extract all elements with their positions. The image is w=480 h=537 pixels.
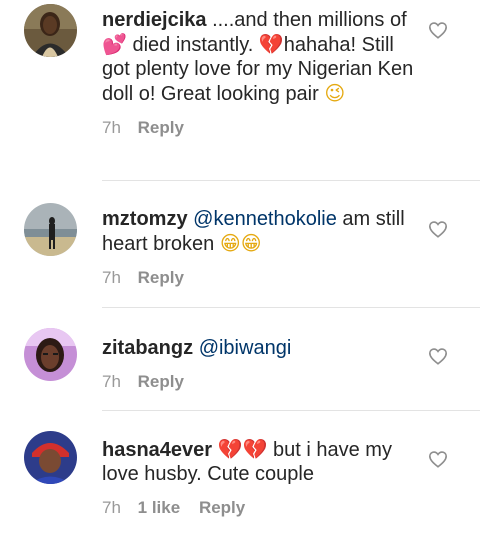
mention-link[interactable]: @ibiwangi bbox=[199, 337, 292, 359]
comment-time: 7h bbox=[102, 118, 121, 137]
grinning-face-icon: 😁 bbox=[219, 231, 241, 255]
comment-text: nerdiejcika ....and then millions of 💕 d… bbox=[102, 9, 414, 105]
comment-time: 7h bbox=[102, 268, 121, 287]
mention-link[interactable]: @kennethokolie bbox=[193, 208, 337, 230]
comment-body: hasna4ever 💔💔 but i have my love husby. … bbox=[102, 437, 427, 518]
comment-username[interactable]: hasna4ever bbox=[102, 439, 212, 461]
comment-meta: 7h 1 like Reply bbox=[102, 498, 427, 518]
divider bbox=[102, 410, 480, 411]
comment-body: nerdiejcika ....and then millions of 💕 d… bbox=[102, 8, 427, 138]
comment-text: mztomzy @kennethokolie am still heart br… bbox=[102, 208, 405, 255]
broken-heart-icon: 💔 bbox=[242, 437, 268, 461]
avatar[interactable] bbox=[24, 431, 77, 484]
comment-username[interactable]: zitabangz bbox=[102, 337, 193, 359]
avatar[interactable] bbox=[24, 4, 77, 57]
comment-meta: 7h Reply bbox=[102, 372, 427, 392]
comment-meta: 7h Reply bbox=[102, 268, 427, 288]
reply-button[interactable]: Reply bbox=[138, 268, 184, 287]
grinning-face-icon: 😁 bbox=[240, 231, 262, 255]
broken-heart-icon: 💔 bbox=[258, 32, 284, 56]
divider bbox=[102, 307, 480, 308]
comment-text: hasna4ever 💔💔 but i have my love husby. … bbox=[102, 437, 392, 485]
comment-time: 7h bbox=[102, 372, 121, 391]
avatar-image bbox=[24, 4, 77, 57]
broken-heart-icon: 💔 bbox=[217, 437, 243, 461]
comment-text: zitabangz @ibiwangi bbox=[102, 336, 427, 360]
reply-button[interactable]: Reply bbox=[138, 372, 184, 391]
avatar-image bbox=[24, 431, 77, 484]
comment-body: mztomzy @kennethokolie am still heart br… bbox=[102, 207, 427, 288]
avatar-image bbox=[24, 203, 77, 256]
comment-body: zitabangz @ibiwangi 7h Reply bbox=[102, 336, 427, 392]
comment-username[interactable]: nerdiejcika bbox=[102, 9, 207, 31]
heart-outline-icon[interactable] bbox=[428, 21, 448, 39]
smiling-face-icon: 😉 bbox=[324, 81, 346, 105]
heart-outline-icon[interactable] bbox=[428, 450, 448, 468]
comment-time: 7h bbox=[102, 498, 121, 517]
heart-outline-icon[interactable] bbox=[428, 347, 448, 365]
avatar-image bbox=[24, 328, 77, 381]
heart-outline-icon[interactable] bbox=[428, 220, 448, 238]
likes-count[interactable]: 1 like bbox=[138, 498, 181, 517]
avatar[interactable] bbox=[24, 328, 77, 381]
reply-button[interactable]: Reply bbox=[199, 498, 245, 517]
comment-username[interactable]: mztomzy bbox=[102, 208, 188, 230]
divider bbox=[102, 180, 480, 181]
comment-meta: 7h Reply bbox=[102, 118, 427, 138]
two-hearts-icon: 💕 bbox=[102, 32, 127, 56]
reply-button[interactable]: Reply bbox=[138, 118, 184, 137]
avatar[interactable] bbox=[24, 203, 77, 256]
